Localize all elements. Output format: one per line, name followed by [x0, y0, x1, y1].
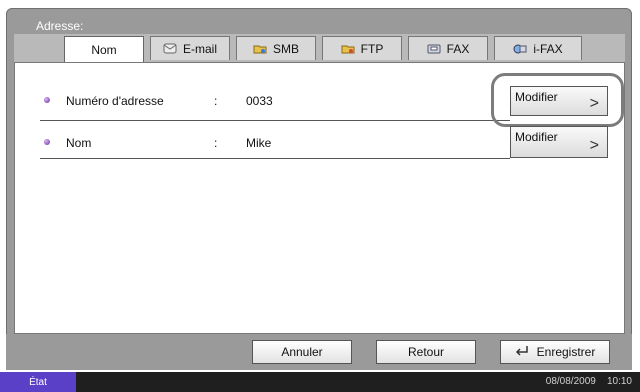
tab-label: E-mail: [182, 41, 217, 56]
status-button[interactable]: État: [0, 372, 76, 392]
field-separator: :: [214, 136, 218, 150]
email-icon: [163, 43, 177, 54]
ifax-icon: [513, 43, 527, 54]
status-time: 10:10: [606, 376, 632, 387]
tab-ftp[interactable]: FTP: [322, 36, 402, 60]
fax-icon: [427, 43, 441, 54]
tab-fax[interactable]: FAX: [408, 36, 488, 60]
tab-label: Nom: [91, 43, 117, 57]
tab-label: FAX: [446, 41, 470, 56]
row-divider: [40, 158, 510, 159]
enter-arrow-icon: [515, 345, 529, 360]
datetime: 08/08/2009 10:10: [546, 376, 632, 387]
tab-label: FTP: [360, 41, 384, 56]
cancel-button[interactable]: Annuler: [252, 340, 352, 364]
button-label: Annuler: [281, 345, 323, 359]
tab-nom[interactable]: Nom: [64, 36, 144, 63]
panel-title: Adresse:: [36, 19, 84, 33]
row-divider: [40, 120, 510, 121]
tab-label: i-FAX: [533, 41, 563, 56]
field-label-name: Nom: [66, 136, 92, 150]
bullet-icon: [44, 139, 50, 145]
button-label: Enregistrer: [536, 345, 596, 359]
modify-name-button[interactable]: Modifier >: [510, 126, 608, 158]
bullet-icon: [44, 97, 50, 103]
button-label: Modifier: [515, 130, 558, 144]
field-separator: :: [214, 94, 218, 108]
highlight-ring: [491, 73, 624, 127]
field-value-name: Mike: [246, 136, 272, 150]
status-label: État: [29, 376, 47, 388]
button-label: Retour: [407, 345, 445, 359]
field-value-address-number: 0033: [246, 94, 273, 108]
tab-email[interactable]: E-mail: [150, 36, 230, 60]
tab-ifax[interactable]: i-FAX: [494, 36, 582, 60]
tab-label: SMB: [272, 41, 299, 56]
status-bar: État 08/08/2009 10:10: [0, 372, 640, 392]
save-button[interactable]: Enregistrer: [500, 340, 610, 364]
back-button[interactable]: Retour: [376, 340, 476, 364]
smb-folder-icon: [253, 43, 267, 54]
status-date: 08/08/2009: [545, 376, 596, 387]
chevron-right-icon: >: [589, 137, 599, 154]
tab-smb[interactable]: SMB: [236, 36, 316, 60]
field-label-address-number: Numéro d'adresse: [66, 94, 164, 108]
ftp-folder-icon: [341, 43, 355, 54]
